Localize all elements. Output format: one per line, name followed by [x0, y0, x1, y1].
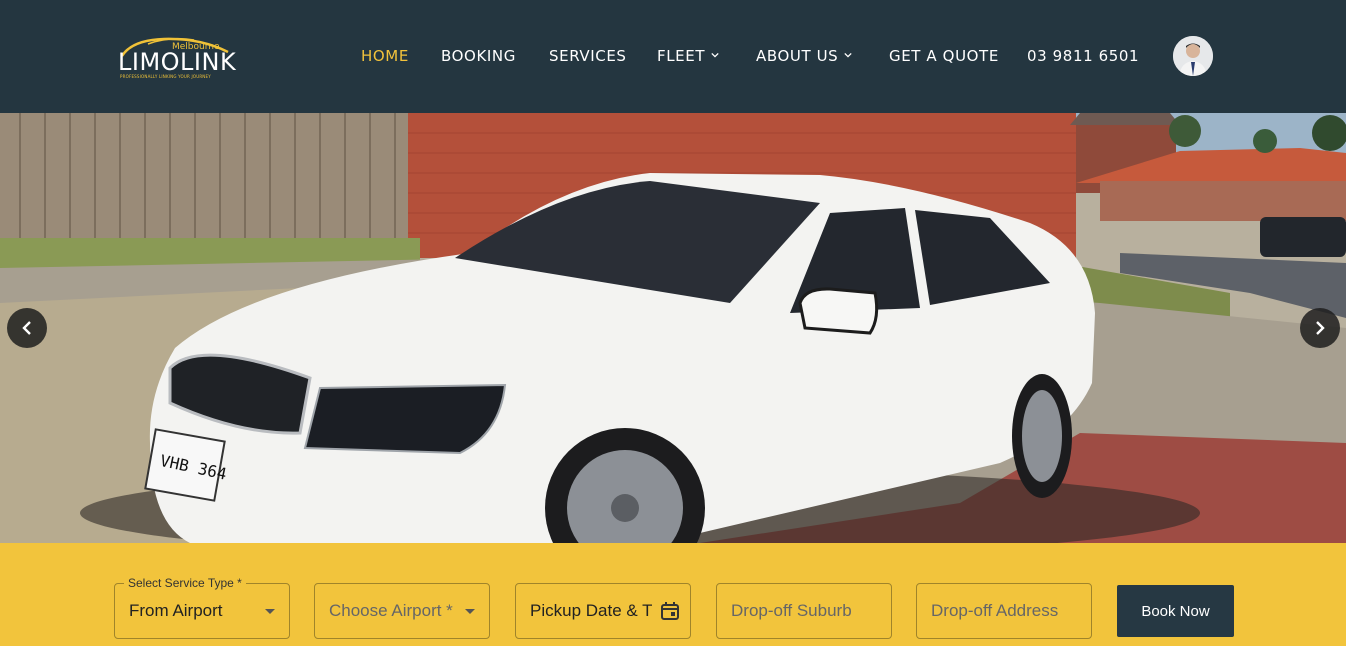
nav-about-us[interactable]: ABOUT US	[756, 46, 852, 66]
dropdown-caret-icon	[465, 609, 475, 614]
service-type-select[interactable]: Select Service Type * From Airport	[114, 576, 290, 639]
booking-form: Select Service Type * From Airport Choos…	[0, 543, 1346, 646]
airport-placeholder: Choose Airport *	[329, 601, 453, 620]
nav-services[interactable]: SERVICES	[549, 46, 627, 66]
dropdown-caret-icon	[265, 609, 275, 614]
service-type-value: From Airport	[129, 601, 223, 620]
nav-home[interactable]: HOME	[361, 46, 409, 66]
nav-about-label: ABOUT US	[756, 47, 839, 65]
slider-prev-button[interactable]	[7, 308, 47, 348]
nav-get-a-quote[interactable]: GET A QUOTE	[889, 46, 999, 66]
chevron-left-icon	[22, 321, 31, 335]
nav-booking[interactable]: BOOKING	[441, 46, 516, 66]
pickup-placeholder: Pickup Date & Time	[530, 601, 652, 620]
book-now-button[interactable]: Book Now	[1117, 585, 1234, 637]
dropoff-address-input[interactable]: Drop-off Address	[916, 583, 1092, 639]
slider-next-button[interactable]	[1300, 308, 1340, 348]
service-type-label: Select Service Type *	[124, 576, 246, 590]
calendar-icon[interactable]	[660, 601, 680, 621]
dropoff-suburb-input[interactable]: Drop-off Suburb	[716, 583, 892, 639]
chevron-down-icon	[844, 52, 852, 58]
pickup-datetime-input[interactable]: Pickup Date & Time	[515, 583, 691, 639]
main-nav: HOME BOOKING SERVICES FLEET ABOUT US GET…	[0, 46, 1346, 66]
nav-fleet[interactable]: FLEET	[657, 46, 719, 66]
logo-tagline: PROFESSIONALLY LINKING YOUR JOURNEY	[120, 74, 211, 79]
nav-phone[interactable]: 03 9811 6501	[1027, 46, 1139, 66]
hero-slider: VHB 364	[0, 113, 1346, 543]
nav-fleet-label: FLEET	[657, 47, 706, 65]
chevron-right-icon	[1316, 321, 1325, 335]
airport-select[interactable]: Choose Airport *	[314, 583, 490, 639]
user-avatar[interactable]	[1173, 36, 1213, 76]
chevron-down-icon	[711, 52, 719, 58]
site-header: Melbourne LIMOLINK PROFESSIONALLY LINKIN…	[0, 0, 1346, 113]
dropoff-address-placeholder: Drop-off Address	[931, 601, 1059, 620]
person-icon	[1173, 36, 1213, 76]
dropoff-suburb-placeholder: Drop-off Suburb	[731, 601, 852, 620]
hero-car-image: VHB 364	[0, 113, 1346, 543]
